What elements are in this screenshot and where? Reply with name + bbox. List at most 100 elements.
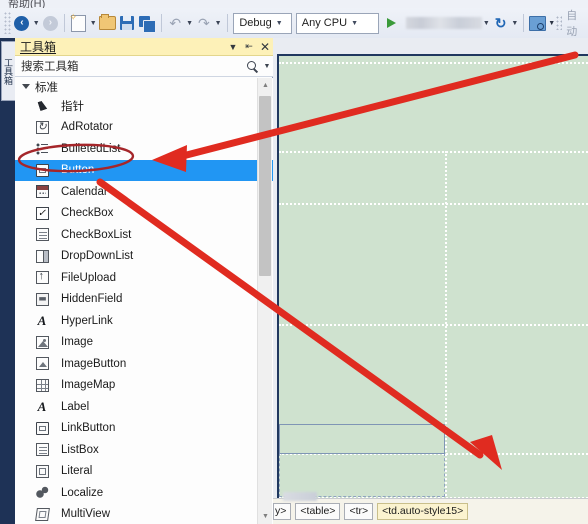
selected-table-cell[interactable] <box>279 453 445 497</box>
toolbox-item-label: HiddenField <box>61 293 123 306</box>
navigate-back-icon: ‹ <box>14 15 30 31</box>
chevron-down-icon[interactable]: ▼ <box>225 39 241 55</box>
toolbar-separator <box>523 14 525 32</box>
toolbox-item-label: CheckBox <box>61 207 114 220</box>
table-gridline <box>279 203 588 205</box>
save-icon <box>120 16 135 30</box>
expander-triangle-icon <box>22 84 30 89</box>
undo-caret[interactable]: ▼ <box>185 12 194 34</box>
web-form-designer[interactable] <box>273 38 588 524</box>
tag-navigator[interactable]: y> <table> <tr> <td.auto-style15> <box>273 492 588 524</box>
start-debug-target[interactable] <box>404 17 482 29</box>
pointer-icon <box>33 100 51 112</box>
toolbox-group-standard[interactable]: 标准 <box>15 78 273 95</box>
start-debug-button[interactable] <box>382 12 400 34</box>
toolbox-item-label: AdRotator <box>61 121 113 134</box>
redo-caret[interactable]: ▼ <box>214 12 223 34</box>
toolbox-item-pointer[interactable]: 指针 <box>15 95 273 117</box>
toolbar-separator <box>160 14 162 32</box>
breadcrumb-tag-table[interactable]: <table> <box>295 503 341 520</box>
toolbar-separator <box>64 14 66 32</box>
toolbox-item-label: Image <box>61 336 93 349</box>
breadcrumb-tag-tr[interactable]: <tr> <box>344 503 374 520</box>
find-in-files-button[interactable] <box>529 12 547 34</box>
toolbox-search-box[interactable]: 搜索工具箱 ▼ <box>15 56 273 77</box>
refresh-caret[interactable]: ▼ <box>510 12 519 34</box>
toolbar-overflow-button[interactable]: ▼ <box>548 12 556 34</box>
undo-button[interactable]: ↶ <box>166 12 184 34</box>
calendar-icon <box>33 185 51 199</box>
toolbox-item-label: MultiView <box>61 508 110 521</box>
table-gridline <box>279 324 588 326</box>
solution-platform-dropdown[interactable]: Any CPU ▼ <box>295 12 380 34</box>
imagebutton-icon <box>33 357 51 371</box>
redacted-text <box>283 492 317 501</box>
zoom-auto-label[interactable]: 自动 <box>562 7 588 39</box>
toolbox-item-label: Literal <box>61 465 93 478</box>
toolbox-item-list[interactable]: 标准 指针 AdRotator BulletedList Button Cale… <box>15 78 273 524</box>
toolbox-item-bulletedlist[interactable]: BulletedList <box>15 138 273 160</box>
toolbox-item-adrotator[interactable]: AdRotator <box>15 117 273 139</box>
navigate-back-caret[interactable]: ▼ <box>32 12 41 34</box>
toolbox-item-checkboxlist[interactable]: CheckBoxList <box>15 224 273 246</box>
pin-icon[interactable]: ⇤ <box>241 39 257 55</box>
redo-button[interactable]: ↷ <box>195 12 213 34</box>
save-all-button[interactable] <box>138 12 157 34</box>
multiview-icon <box>33 507 51 521</box>
fileupload-icon <box>33 270 51 285</box>
menu-item-help[interactable]: 帮助(H) <box>8 0 45 8</box>
table-cell[interactable] <box>279 424 445 454</box>
label-icon: A <box>37 399 47 415</box>
find-in-files-icon <box>529 15 547 31</box>
toolbox-item-localize[interactable]: Localize <box>15 482 273 504</box>
toolbox-item-fileupload[interactable]: FileUpload <box>15 267 273 289</box>
new-item-button[interactable]: ✧ <box>69 12 88 34</box>
start-debug-caret[interactable]: ▼ <box>482 12 491 34</box>
save-button[interactable] <box>118 12 136 34</box>
toolbox-title-bar: 工具箱 ▼ ⇤ ✕ <box>15 38 273 56</box>
toolbox-item-hiddenfield[interactable]: ■■ HiddenField <box>15 289 273 311</box>
designer-top-margin <box>277 38 588 54</box>
navigate-back-button[interactable]: ‹ <box>13 12 31 34</box>
refresh-button[interactable]: ↻ <box>492 12 510 34</box>
toolbox-item-image[interactable]: Image <box>15 332 273 354</box>
close-icon[interactable]: ✕ <box>257 39 273 55</box>
new-item-caret[interactable]: ▼ <box>89 12 98 34</box>
toolbox-item-literal[interactable]: Literal <box>15 461 273 483</box>
toolbox-item-button[interactable]: Button <box>15 159 273 181</box>
hiddenfield-icon: ■■ <box>33 292 51 306</box>
open-file-icon <box>98 14 116 30</box>
breadcrumb-tag-td[interactable]: <td.auto-style15> <box>377 503 469 520</box>
toolbox-group-label: 标准 <box>35 81 58 94</box>
toolbox-item-multiview[interactable]: MultiView <box>15 504 273 524</box>
toolbox-item-label: BulletedList <box>61 142 121 155</box>
toolbox-scrollbar[interactable]: ▲ ▼ <box>257 78 272 524</box>
visual-studio-window: 帮助(H) ‹ ▼ › ✧ ▼ ↶ ▼ ↷ ▼ Debug ▼ Any CPU … <box>0 0 588 524</box>
toolbox-item-listbox[interactable]: ListBox <box>15 439 273 461</box>
toolbar-grip[interactable] <box>4 12 13 34</box>
toolbox-item-imagemap[interactable]: ImageMap <box>15 375 273 397</box>
toolbox-item-dropdownlist[interactable]: DropDownList <box>15 246 273 268</box>
toolbox-item-imagebutton[interactable]: ImageButton <box>15 353 273 375</box>
scroll-up-icon[interactable]: ▲ <box>258 78 273 93</box>
toolbox-item-label[interactable]: A Label <box>15 396 273 418</box>
breadcrumb-tag-body[interactable]: y> <box>273 503 292 520</box>
dropdownlist-icon <box>33 249 51 263</box>
navigate-forward-icon: › <box>42 15 58 31</box>
navigate-forward-button[interactable]: › <box>42 12 60 34</box>
chevron-down-icon[interactable]: ▼ <box>261 63 273 70</box>
toolbox-item-calendar[interactable]: Calendar <box>15 181 273 203</box>
scroll-down-icon[interactable]: ▼ <box>258 509 273 524</box>
design-surface[interactable] <box>277 54 588 509</box>
scrollbar-thumb[interactable] <box>259 96 271 276</box>
open-file-button[interactable] <box>98 12 117 34</box>
toolbox-item-label: LinkButton <box>61 422 116 435</box>
toolbox-item-linkbutton[interactable]: LinkButton <box>15 418 273 440</box>
dock-tab-toolbox[interactable]: 工具箱 <box>1 41 16 101</box>
toolbox-item-checkbox[interactable]: ✓ CheckBox <box>15 203 273 225</box>
dock-tab-toolbox-label: 工具箱 <box>3 57 13 85</box>
search-icon[interactable] <box>246 60 259 73</box>
solution-configuration-dropdown[interactable]: Debug ▼ <box>233 12 292 34</box>
search-input[interactable]: 搜索工具箱 <box>15 58 246 74</box>
toolbox-item-hyperlink[interactable]: A HyperLink <box>15 310 273 332</box>
